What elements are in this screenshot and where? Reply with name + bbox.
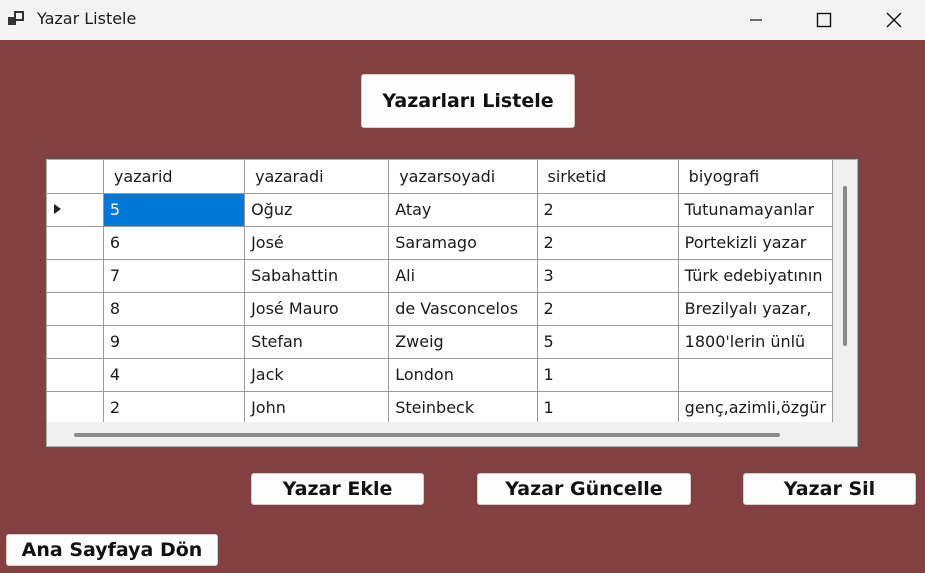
table-cell-yazarsoyadi[interactable]: London <box>388 358 538 392</box>
window-title: Yazar Listele <box>37 9 137 28</box>
table-row[interactable]: 9 Stefan Zweig 5 1800'lerin ünlü <box>47 325 833 359</box>
column-header-yazarsoyadi[interactable]: yazarsoyadi <box>388 160 538 194</box>
column-header-sirketid[interactable]: sirketid <box>537 160 679 194</box>
app-icon <box>8 11 24 25</box>
maximize-button[interactable] <box>801 0 847 40</box>
authors-grid[interactable]: yazarid yazaradi yazarsoyadi sirketid bi… <box>45 158 859 448</box>
table-row[interactable]: 5 Oğuz Atay 2 Tutunamayanlar <box>47 193 833 227</box>
scrollbar-corner <box>833 422 857 446</box>
minimize-icon <box>750 19 762 21</box>
current-row-arrow-icon <box>54 204 61 214</box>
table-cell-yazaradi[interactable]: José Mauro <box>244 292 390 326</box>
table-cell-yazarid[interactable]: 4 <box>103 358 246 392</box>
close-button[interactable] <box>871 0 917 40</box>
row-header[interactable] <box>47 193 104 227</box>
row-header[interactable] <box>47 391 104 422</box>
row-header-corner <box>47 160 104 194</box>
table-row[interactable]: 7 Sabahattin Ali 3 Türk edebiyatının <box>47 259 833 293</box>
table-cell-yazaradi[interactable]: Jack <box>244 358 390 392</box>
maximize-icon <box>816 12 832 28</box>
table-cell-yazarid[interactable]: 6 <box>103 226 246 260</box>
vertical-scroll-thumb[interactable] <box>843 186 847 346</box>
table-cell-yazarsoyadi[interactable]: Zweig <box>388 325 538 359</box>
column-header-yazaradi[interactable]: yazaradi <box>244 160 390 194</box>
vertical-scrollbar[interactable] <box>833 160 857 422</box>
table-cell-sirketid[interactable]: 2 <box>537 193 679 227</box>
table-cell-biyografi[interactable]: 1800'lerin ünlü <box>678 325 833 359</box>
table-row[interactable]: 6 José Saramago 2 Portekizli yazar <box>47 226 833 260</box>
table-cell-sirketid[interactable]: 2 <box>537 226 679 260</box>
row-header[interactable] <box>47 292 104 326</box>
table-cell-sirketid[interactable]: 2 <box>537 292 679 326</box>
table-cell-sirketid[interactable]: 1 <box>537 391 679 422</box>
table-cell-sirketid[interactable]: 5 <box>537 325 679 359</box>
table-cell-yazarid[interactable]: 7 <box>103 259 246 293</box>
delete-author-button[interactable]: Yazar Sil <box>743 473 916 505</box>
table-cell-biyografi[interactable]: Brezilyalı yazar, <box>678 292 833 326</box>
table-cell-yazarid[interactable]: 9 <box>103 325 246 359</box>
row-header[interactable] <box>47 226 104 260</box>
table-cell-biyografi[interactable] <box>678 358 833 392</box>
table-cell-yazaradi[interactable]: Stefan <box>244 325 390 359</box>
table-cell-yazaradi[interactable]: John <box>244 391 390 422</box>
table-cell-sirketid[interactable]: 1 <box>537 358 679 392</box>
row-header[interactable] <box>47 325 104 359</box>
horizontal-scrollbar[interactable] <box>47 422 833 446</box>
horizontal-scroll-thumb[interactable] <box>74 433 780 437</box>
table-cell-yazarid[interactable]: 5 <box>103 193 246 227</box>
authors-table: yazarid yazaradi yazarsoyadi sirketid bi… <box>47 160 833 422</box>
table-cell-sirketid[interactable]: 3 <box>537 259 679 293</box>
table-cell-yazarsoyadi[interactable]: Steinbeck <box>388 391 538 422</box>
table-cell-biyografi[interactable]: Türk edebiyatının <box>678 259 833 293</box>
table-row[interactable]: 2 John Steinbeck 1 genç,azimli,özgür <box>47 391 833 422</box>
list-authors-button[interactable]: Yazarları Listele <box>361 74 575 128</box>
table-cell-yazarid[interactable]: 8 <box>103 292 246 326</box>
table-cell-yazarsoyadi[interactable]: Saramago <box>388 226 538 260</box>
table-cell-yazaradi[interactable]: Sabahattin <box>244 259 390 293</box>
column-header-biyografi[interactable]: biyografi <box>678 160 833 194</box>
table-row[interactable]: 8 José Mauro de Vasconcelos 2 Brezilyalı yaz… <box>47 292 833 326</box>
table-cell-biyografi[interactable]: Portekizli yazar <box>678 226 833 260</box>
column-header-yazarid[interactable]: yazarid <box>103 160 246 194</box>
table-cell-yazarsoyadi[interactable]: Ali <box>388 259 538 293</box>
table-cell-biyografi[interactable]: Tutunamayanlar <box>678 193 833 227</box>
row-header[interactable] <box>47 259 104 293</box>
update-author-button[interactable]: Yazar Güncelle <box>477 473 691 505</box>
row-header[interactable] <box>47 358 104 392</box>
title-bar: Yazar Listele <box>0 0 925 40</box>
close-icon <box>886 12 902 28</box>
table-cell-yazaradi[interactable]: José <box>244 226 390 260</box>
home-button[interactable]: Ana Sayfaya Dön <box>6 534 218 566</box>
minimize-button[interactable] <box>733 0 779 40</box>
table-cell-yazarsoyadi[interactable]: de Vasconcelos <box>388 292 538 326</box>
table-cell-yazarsoyadi[interactable]: Atay <box>388 193 538 227</box>
table-cell-biyografi[interactable]: genç,azimli,özgür <box>678 391 833 422</box>
add-author-button[interactable]: Yazar Ekle <box>251 473 424 505</box>
table-cell-yazarid[interactable]: 2 <box>103 391 246 422</box>
table-row[interactable]: 4 Jack London 1 <box>47 358 833 392</box>
table-cell-yazaradi[interactable]: Oğuz <box>244 193 390 227</box>
